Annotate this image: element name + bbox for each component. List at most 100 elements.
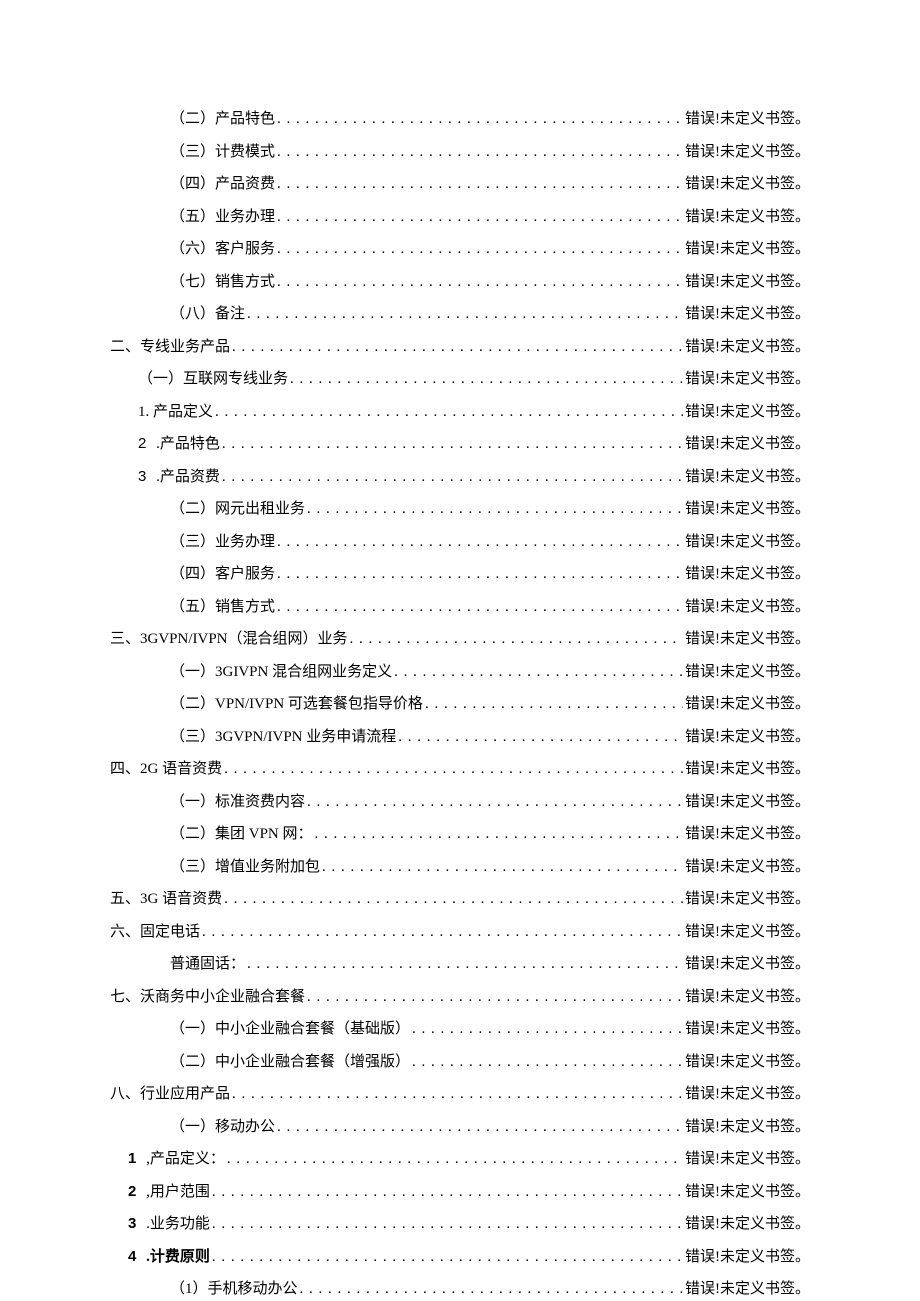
toc-entry: （五）销售方式错误!未定义书签。 <box>110 598 810 616</box>
toc-leader-dots <box>232 338 683 356</box>
toc-leader-dots <box>300 1280 683 1298</box>
toc-leader-dots <box>227 1150 683 1168</box>
toc-leader-dots <box>394 663 683 681</box>
document-page: （二）产品特色错误!未定义书签。（三）计费模式错误!未定义书签。（四）产品资费错… <box>0 0 920 1301</box>
table-of-contents: （二）产品特色错误!未定义书签。（三）计费模式错误!未定义书签。（四）产品资费错… <box>110 110 810 1298</box>
toc-page-ref: 错误!未定义书签。 <box>685 793 810 811</box>
toc-page-ref: 错误!未定义书签。 <box>685 175 810 193</box>
toc-label: （一）互联网专线业务 <box>138 370 288 388</box>
toc-text: 二、专线业务产品 <box>110 339 230 355</box>
toc-number: 3 <box>128 1215 136 1232</box>
toc-entry: 普通固话：错误!未定义书签。 <box>110 955 810 973</box>
toc-text: （三）业务办理 <box>170 534 275 550</box>
toc-label: （二）网元出租业务 <box>170 500 305 518</box>
toc-label: （五）业务办理 <box>170 208 275 226</box>
toc-page-ref: 错误!未定义书签。 <box>685 923 810 941</box>
toc-leader-dots <box>202 923 683 941</box>
toc-label: 七、沃商务中小企业融合套餐 <box>110 988 305 1006</box>
toc-label: 4 .计费原则 <box>128 1248 210 1266</box>
toc-leader-dots <box>212 1248 683 1266</box>
toc-entry: 4 .计费原则 错误!未定义书签。 <box>110 1248 810 1266</box>
toc-entry: （四）产品资费 错误!未定义书签。 <box>110 175 810 193</box>
toc-text: .产品资费 <box>152 469 220 485</box>
toc-page-ref: 错误!未定义书签。 <box>685 858 810 876</box>
toc-text: 七、沃商务中小企业融合套餐 <box>110 989 305 1005</box>
toc-page-ref: 错误!未定义书签。 <box>685 110 810 128</box>
toc-label: （三）增值业务附加包 <box>170 858 320 876</box>
toc-text: （三）增值业务附加包 <box>170 859 320 875</box>
toc-number: 2 <box>128 1183 136 1200</box>
toc-leader-dots <box>412 1053 683 1071</box>
toc-page-ref: 错误!未定义书签。 <box>685 1248 810 1266</box>
toc-label: （一）移动办公 <box>170 1118 275 1136</box>
toc-entry: 三、3GVPN/IVPN（混合组网）业务错误!未定义书签。 <box>110 630 810 648</box>
toc-text: .产品特色 <box>152 436 220 452</box>
toc-leader-dots <box>212 1183 683 1201</box>
toc-leader-dots <box>307 988 683 1006</box>
toc-label: （三）计费模式 <box>170 143 275 161</box>
toc-page-ref: 错误!未定义书签。 <box>685 208 810 226</box>
toc-entry: （一）中小企业融合套餐（基础版）错误!未定义书签。 <box>110 1020 810 1038</box>
toc-leader-dots <box>222 435 683 453</box>
toc-label: 四、2G 语音资费 <box>110 760 222 778</box>
toc-leader-dots <box>277 143 683 161</box>
toc-text: （二）VPN/IVPN 可选套餐包指导价格 <box>170 696 423 712</box>
toc-page-ref: 错误!未定义书签。 <box>685 143 810 161</box>
toc-entry: 五、3G 语音资费错误!未定义书签。 <box>110 890 810 908</box>
toc-text: （二）网元出租业务 <box>170 501 305 517</box>
toc-text: （一）移动办公 <box>170 1119 275 1135</box>
toc-leader-dots <box>277 273 683 291</box>
toc-entry: （四）客户服务错误!未定义书签。 <box>110 565 810 583</box>
toc-entry: （五）业务办理 错误!未定义书签。 <box>110 208 810 226</box>
toc-label: （一）中小企业融合套餐（基础版） <box>170 1020 410 1038</box>
toc-page-ref: 错误!未定义书签。 <box>685 760 810 778</box>
toc-page-ref: 错误!未定义书签。 <box>685 565 810 583</box>
toc-entry: （二）产品特色 错误!未定义书签。 <box>110 110 810 128</box>
toc-leader-dots <box>307 500 683 518</box>
toc-label: 六、固定电话 <box>110 923 200 941</box>
toc-page-ref: 错误!未定义书签。 <box>685 338 810 356</box>
toc-text: （五）业务办理 <box>170 209 275 225</box>
toc-text: （二）产品特色 <box>170 111 275 127</box>
toc-page-ref: 错误!未定义书签。 <box>685 728 810 746</box>
toc-leader-dots <box>277 598 683 616</box>
toc-leader-dots <box>412 1020 683 1038</box>
toc-page-ref: 错误!未定义书签。 <box>685 1118 810 1136</box>
toc-entry: 1. 产品定义错误!未定义书签。 <box>110 403 810 421</box>
toc-leader-dots <box>247 305 683 323</box>
toc-label: 二、专线业务产品 <box>110 338 230 356</box>
toc-page-ref: 错误!未定义书签。 <box>685 1215 810 1233</box>
toc-label: 2 .产品特色 <box>138 435 220 453</box>
toc-entry: （二）中小企业融合套餐（增强版） 错误!未定义书签。 <box>110 1053 810 1071</box>
toc-text: 普通固话： <box>170 956 245 972</box>
toc-entry: 1 ,产品定义：错误!未定义书签。 <box>110 1150 810 1168</box>
toc-page-ref: 错误!未定义书签。 <box>685 598 810 616</box>
toc-leader-dots <box>224 890 683 908</box>
toc-page-ref: 错误!未定义书签。 <box>685 403 810 421</box>
toc-page-ref: 错误!未定义书签。 <box>685 1085 810 1103</box>
toc-page-ref: 错误!未定义书签。 <box>685 468 810 486</box>
toc-leader-dots <box>307 793 683 811</box>
toc-page-ref: 错误!未定义书签。 <box>685 305 810 323</box>
toc-label: 三、3GVPN/IVPN（混合组网）业务 <box>110 630 348 648</box>
toc-page-ref: 错误!未定义书签。 <box>685 1150 810 1168</box>
toc-label: 3 .业务功能 <box>128 1215 210 1233</box>
toc-label: （四）产品资费 <box>170 175 275 193</box>
toc-page-ref: 错误!未定义书签。 <box>685 1053 810 1071</box>
toc-text: （四）产品资费 <box>170 176 275 192</box>
toc-entry: 四、2G 语音资费 错误!未定义书签。 <box>110 760 810 778</box>
toc-label: （三）业务办理 <box>170 533 275 551</box>
toc-page-ref: 错误!未定义书签。 <box>685 273 810 291</box>
toc-text: （八）备注 <box>170 306 245 322</box>
toc-leader-dots <box>322 858 683 876</box>
toc-entry: （一）移动办公 错误!未定义书签。 <box>110 1118 810 1136</box>
toc-text: 四、2G 语音资费 <box>110 761 222 777</box>
toc-label: （二）产品特色 <box>170 110 275 128</box>
toc-entry: （二）VPN/IVPN 可选套餐包指导价格错误!未定义书签。 <box>110 695 810 713</box>
toc-label: 五、3G 语音资费 <box>110 890 222 908</box>
toc-label: （二）中小企业融合套餐（增强版） <box>170 1053 410 1071</box>
toc-leader-dots <box>290 370 683 388</box>
toc-page-ref: 错误!未定义书签。 <box>685 663 810 681</box>
toc-text: 三、3GVPN/IVPN（混合组网）业务 <box>110 631 348 647</box>
toc-page-ref: 错误!未定义书签。 <box>685 370 810 388</box>
